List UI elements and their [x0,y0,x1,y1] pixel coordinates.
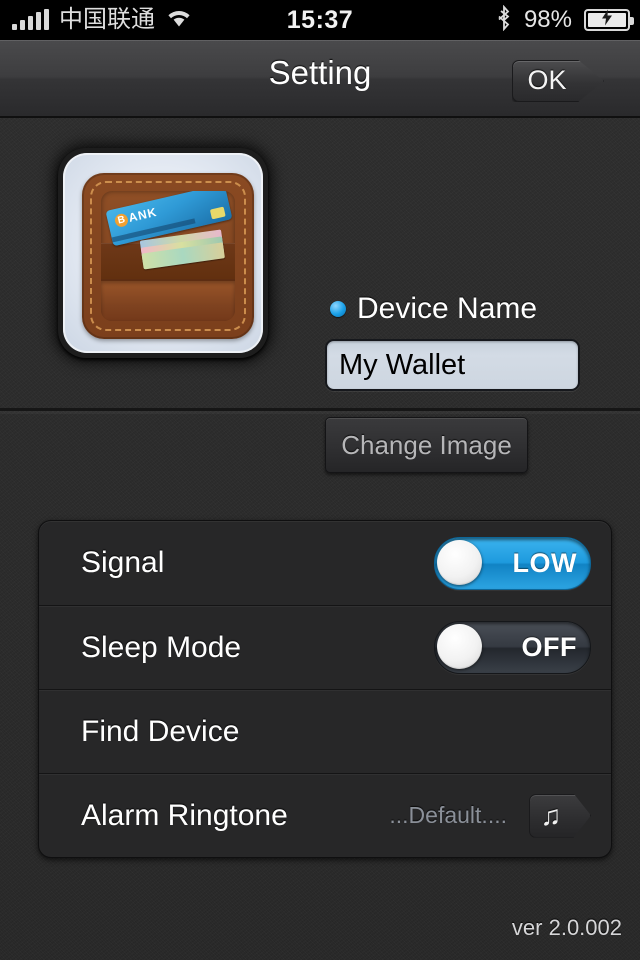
settings-row-label: Sleep Mode [81,630,242,664]
settings-row-find-device[interactable]: Find Device [39,689,611,773]
version-label: ver 2.0.002 [511,915,622,940]
sleep-mode-toggle[interactable]: OFF [434,621,591,674]
device-image-button[interactable]: B ANK [58,148,268,358]
battery-charging-icon [584,9,634,31]
signal-toggle-state: LOW [512,547,577,578]
ok-button[interactable]: OK [512,60,604,102]
app-screen: 中国联通 15:37 98% Setting OK B ANK Device N… [0,0,640,960]
device-image-frame: B ANK [63,153,263,353]
navigation-bar: Setting OK [0,40,640,118]
settings-row-label: Alarm Ringtone [81,798,288,832]
bluetooth-icon [496,4,512,36]
status-bar: 中国联通 15:37 98% [0,0,640,40]
change-image-button[interactable]: Change Image [325,417,528,473]
device-section: B ANK Device Name Change Image [0,118,640,473]
alarm-ringtone-button[interactable]: ♫ [529,793,591,838]
settings-row-label: Find Device [81,714,240,748]
wallet-icon: B ANK [82,173,254,339]
settings-row-alarm-ringtone[interactable]: Alarm Ringtone ...Default.... ♫ [39,773,611,857]
device-name-label-text: Device Name [357,292,538,325]
battery-percent-label: 98% [523,6,572,33]
sleep-mode-toggle-state: OFF [521,632,577,662]
settings-row-signal[interactable]: Signal LOW [39,521,611,605]
settings-row-label: Signal [81,546,165,579]
ok-button-label: OK [527,65,567,95]
blue-bullet-icon [330,301,346,317]
settings-row-sleep-mode[interactable]: Sleep Mode OFF [39,605,611,689]
alarm-ringtone-value: ...Default.... [389,802,507,828]
wallet-stitching [90,181,246,331]
sleep-mode-toggle-knob[interactable] [437,624,482,669]
settings-panel: Signal LOW Sleep Mode OFF Find Device Al… [38,520,612,858]
device-name-input[interactable] [325,339,580,391]
signal-toggle-knob[interactable] [437,539,482,585]
status-bar-right: 98% [496,4,634,36]
music-note-icon: ♫ [540,799,562,831]
signal-toggle[interactable]: LOW [434,536,591,590]
device-name-label: Device Name [330,292,537,326]
